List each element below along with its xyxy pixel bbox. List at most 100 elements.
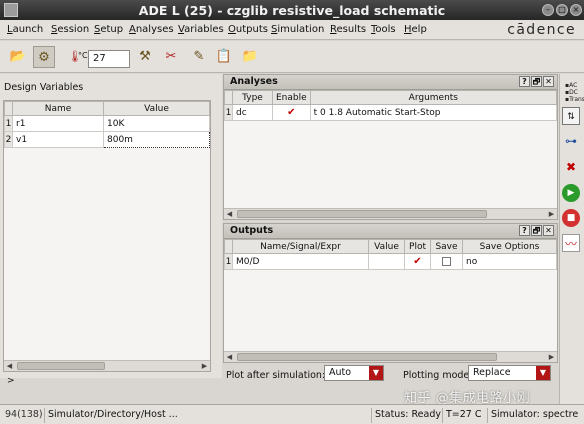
close-button[interactable]: ×: [570, 4, 582, 16]
horizontal-scrollbar[interactable]: ◀ ▶: [224, 351, 557, 362]
status-bar: 94(138) Simulator/Directory/Host ... Sta…: [0, 404, 584, 424]
expand-arrow[interactable]: >: [7, 376, 15, 386]
variable-value[interactable]: 10K: [103, 115, 210, 132]
scroll-thumb[interactable]: [237, 210, 487, 218]
float-button[interactable]: 🗗: [531, 76, 542, 87]
float-button[interactable]: 🗗: [531, 225, 542, 236]
column-header-value[interactable]: Value: [368, 239, 405, 254]
column-header-enable[interactable]: Enable: [272, 90, 311, 105]
open-state-icon[interactable]: 📂: [7, 46, 29, 68]
analysis-arguments[interactable]: t 0 1.8 Automatic Start-Stop: [309, 104, 558, 121]
table-row[interactable]: 1 dc ✔ t 0 1.8 Automatic Start-Stop: [224, 104, 558, 121]
menu-help[interactable]: Help: [404, 24, 427, 35]
temperature-input[interactable]: 27: [88, 50, 130, 68]
scroll-right-icon[interactable]: ▶: [546, 209, 557, 220]
chevron-down-icon: ▼: [536, 366, 550, 380]
menu-session[interactable]: Session: [51, 24, 89, 35]
design-variables-pane: Design Variables Name Value 1 r1 10K 2 v…: [0, 74, 222, 386]
cut-icon[interactable]: ✂: [160, 46, 182, 68]
folder-icon[interactable]: 📁: [239, 46, 261, 68]
scroll-left-icon[interactable]: ◀: [4, 361, 15, 372]
tune-icon[interactable]: ⇅: [562, 107, 580, 125]
menu-variables[interactable]: Variables: [178, 24, 224, 35]
clipboard-icon[interactable]: 📋: [213, 46, 235, 68]
setup-simulator-icon[interactable]: ⚒: [134, 46, 156, 68]
temperature-unit-label: °C: [78, 51, 88, 60]
ac-dc-trans-icon[interactable]: ▪AC ▪DC ▪Trans: [562, 82, 584, 103]
edit-icon[interactable]: ✎: [188, 46, 210, 68]
menu-outputs[interactable]: Outputs: [228, 24, 268, 35]
design-variables-table: Name Value 1 r1 10K 2 v1 800m ◀ ▶: [3, 100, 211, 372]
waveform-icon[interactable]: 〰: [562, 234, 580, 252]
status-state: Status: Ready: [371, 408, 444, 423]
outputs-title: Outputs: [230, 225, 274, 236]
plotting-mode-value: Replace: [473, 367, 511, 378]
run-icon[interactable]: ▶: [562, 184, 580, 202]
scroll-left-icon[interactable]: ◀: [224, 209, 235, 220]
menu-analyses[interactable]: Analyses: [129, 24, 174, 35]
table-row[interactable]: 1 M0/D ✔ no: [224, 253, 557, 270]
row-number: 1: [4, 115, 13, 132]
menu-setup[interactable]: Setup: [94, 24, 123, 35]
plot-after-simulation-select[interactable]: Auto ▼: [324, 365, 384, 381]
design-variables-title: Design Variables: [4, 82, 84, 93]
row-number: 1: [224, 253, 233, 270]
scroll-left-icon[interactable]: ◀: [224, 352, 235, 363]
variable-name[interactable]: v1: [12, 131, 104, 148]
row-number: 1: [224, 104, 233, 121]
column-header-save[interactable]: Save: [430, 239, 463, 254]
chevron-down-icon: ▼: [369, 366, 383, 380]
scroll-right-icon[interactable]: ▶: [199, 361, 210, 372]
close-panel-button[interactable]: ✕: [543, 76, 554, 87]
scroll-thumb[interactable]: [17, 362, 105, 370]
column-header-value[interactable]: Value: [103, 101, 210, 116]
column-header-plot[interactable]: Plot: [404, 239, 431, 254]
menu-results[interactable]: Results: [330, 24, 366, 35]
analysis-type[interactable]: dc: [232, 104, 273, 121]
empty-checkbox-icon: [442, 256, 451, 266]
column-header-name[interactable]: Name: [12, 101, 104, 116]
column-header-type[interactable]: Type: [232, 90, 273, 105]
status-line-number: 94(138): [5, 409, 43, 420]
cadence-logo: cādence: [507, 22, 576, 38]
delete-icon[interactable]: ✖: [562, 158, 580, 176]
checkmark-icon: ✔: [287, 107, 296, 118]
enable-checkbox[interactable]: ✔: [272, 104, 311, 121]
variable-value[interactable]: 800m: [103, 131, 210, 148]
column-header-save-options[interactable]: Save Options: [462, 239, 557, 254]
horizontal-scrollbar[interactable]: ◀ ▶: [224, 208, 557, 219]
title-bar: ADE L (25) - czglib resistive_load schem…: [0, 0, 584, 20]
plotting-mode-select[interactable]: Replace ▼: [468, 365, 551, 381]
scroll-thumb[interactable]: [237, 353, 497, 361]
table-row[interactable]: 2 v1 800m: [4, 131, 210, 148]
plot-after-simulation-value: Auto: [329, 367, 352, 378]
analyses-panel: Analyses ? 🗗 ✕ Type Enable Arguments 1 dc …: [223, 74, 558, 220]
menu-tools[interactable]: Tools: [371, 24, 396, 35]
variable-name[interactable]: r1: [12, 115, 104, 132]
close-panel-button[interactable]: ✕: [543, 225, 554, 236]
stop-icon[interactable]: ■: [562, 209, 580, 227]
horizontal-scrollbar[interactable]: ◀ ▶: [4, 360, 210, 371]
plot-after-simulation-label: Plot after simulation:: [226, 370, 326, 381]
help-button[interactable]: ?: [519, 76, 530, 87]
load-state-icon[interactable]: ⚙: [33, 46, 55, 68]
help-button[interactable]: ?: [519, 225, 530, 236]
plot-checkbox[interactable]: ✔: [404, 253, 431, 270]
column-header-name-signal-expr[interactable]: Name/Signal/Expr: [232, 239, 369, 254]
save-options[interactable]: no: [462, 253, 557, 270]
save-checkbox[interactable]: [430, 253, 463, 270]
checkmark-icon: ✔: [413, 256, 422, 267]
minimize-button[interactable]: –: [542, 4, 554, 16]
corner-cell: [4, 101, 13, 116]
table-row[interactable]: 1 r1 10K: [4, 115, 210, 132]
scroll-right-icon[interactable]: ▶: [546, 352, 557, 363]
maximize-button[interactable]: □: [556, 4, 568, 16]
menu-launch[interactable]: Launch: [7, 24, 43, 35]
column-header-arguments[interactable]: Arguments: [309, 90, 558, 105]
netlist-icon[interactable]: ⊶: [562, 132, 580, 150]
status-temperature: T=27 C: [442, 408, 485, 423]
menu-simulation[interactable]: Simulation: [271, 24, 324, 35]
output-name[interactable]: M0/D: [232, 253, 369, 270]
menu-bar: Launch Session Setup Analyses Variables …: [0, 20, 584, 40]
analyses-title: Analyses: [230, 76, 278, 87]
